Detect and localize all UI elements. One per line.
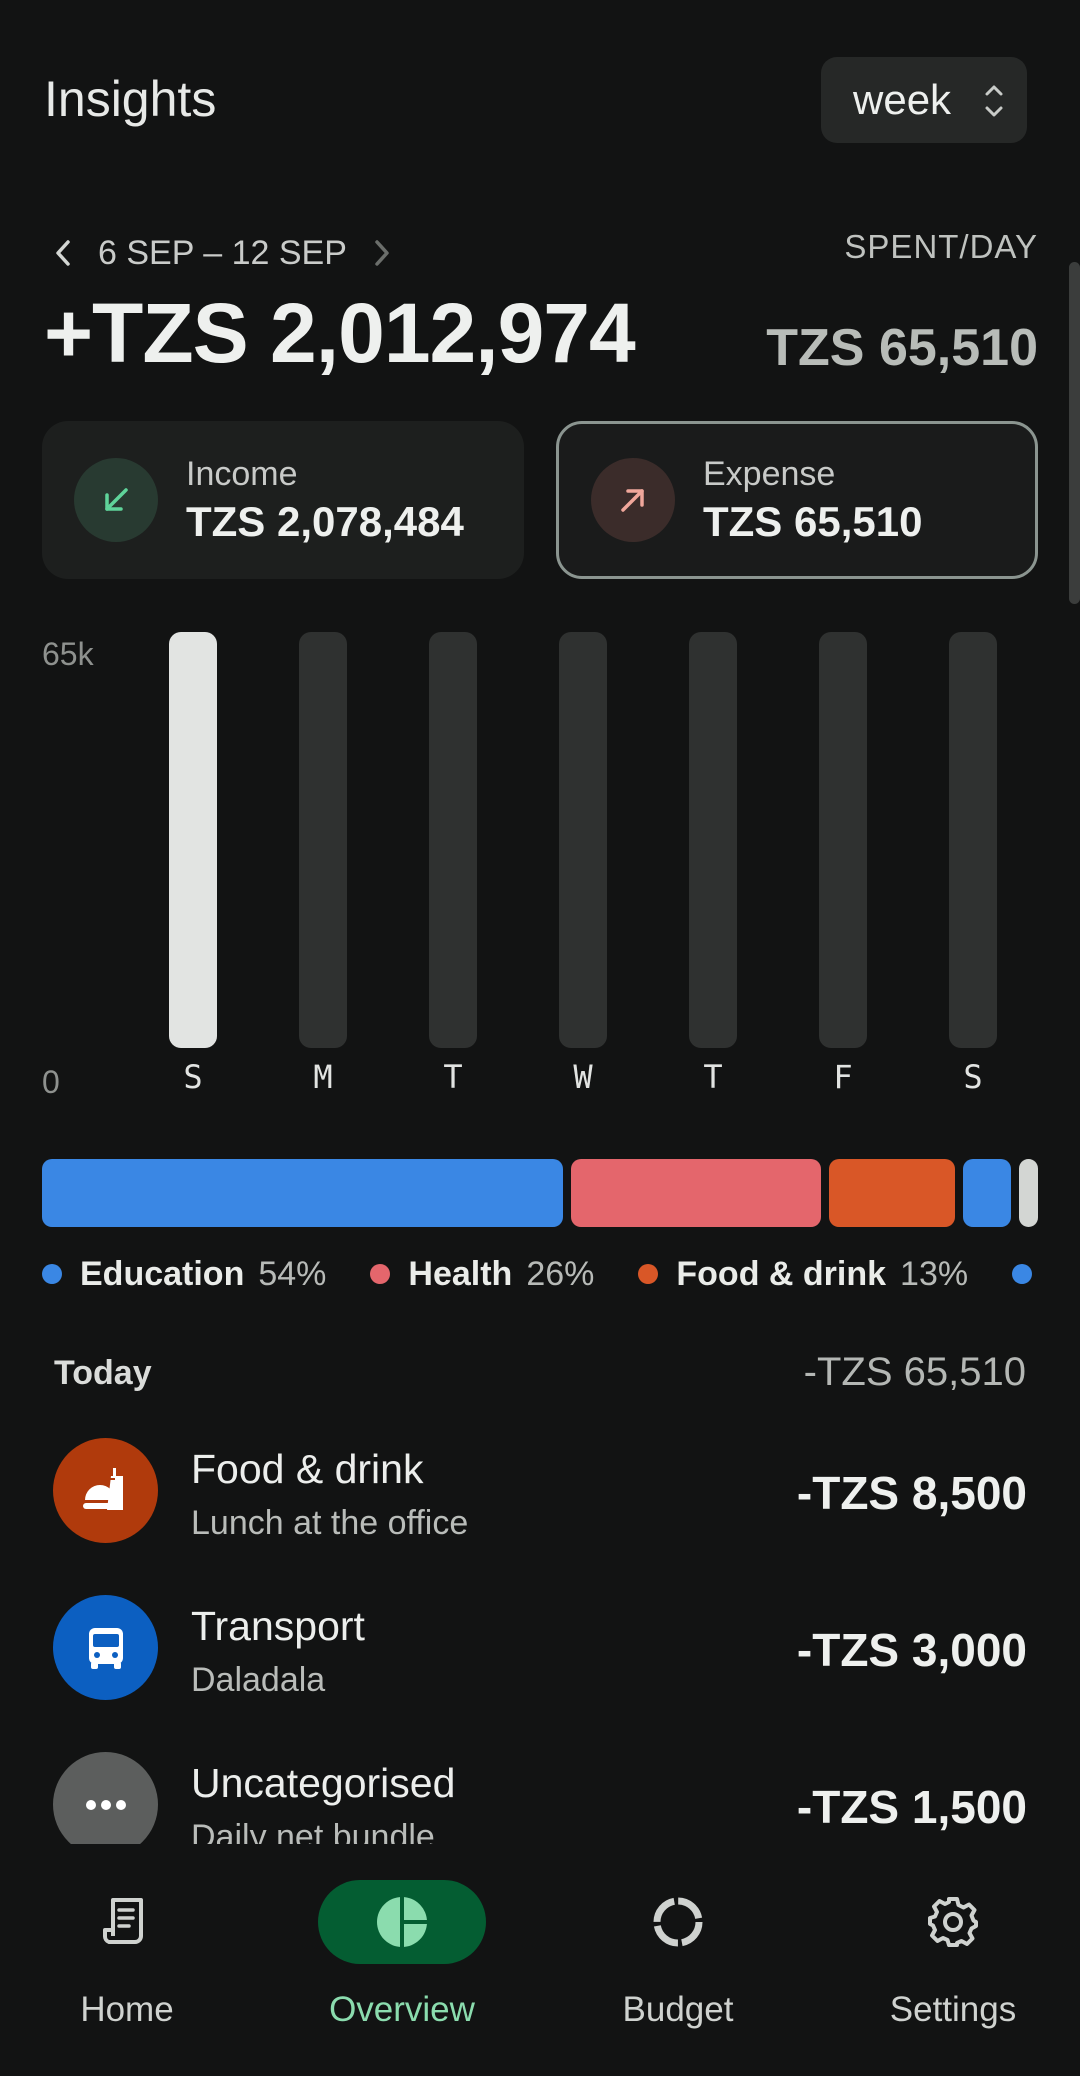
nav-settings-label: Settings [889,1990,1017,2029]
transaction-amount: -TZS 8,500 [796,1467,1027,1519]
transaction-row[interactable]: Food & drink Lunch at the office -TZS 8,… [0,1410,1080,1567]
expense-amount: TZS 65,510 [703,497,923,545]
legend-item[interactable]: Education 54% [42,1255,326,1294]
x-axis-label: T [703,1058,723,1096]
y-axis-min-label: 0 [42,1064,60,1100]
legend-dot [370,1264,391,1284]
transaction-category: Transport [191,1603,365,1649]
x-axis-label: M [313,1058,333,1096]
category-segment[interactable] [1018,1159,1038,1227]
bar-track[interactable] [559,632,607,1048]
income-amount: TZS 2,078,484 [186,497,464,545]
transaction-note: Lunch at the office [191,1504,469,1542]
transaction-amount: -TZS 3,000 [796,1624,1027,1676]
nav-settings[interactable]: Settings [833,1880,1073,2040]
transaction-category: Food & drink [191,1446,424,1492]
up-down-chevron-icon [985,85,1003,117]
scrollbar[interactable] [1069,262,1080,604]
legend-dot [638,1264,659,1284]
legend-item[interactable] [1012,1264,1042,1284]
today-header: Today -TZS 65,510 [54,1350,1026,1396]
chevron-left-icon [56,240,70,266]
income-card[interactable]: Income TZS 2,078,484 [42,421,524,579]
expense-icon-circle [591,458,675,542]
transaction-note: Daladala [191,1661,326,1699]
next-period-button[interactable] [361,228,401,278]
arrow-up-right-icon [621,489,644,512]
y-axis-max-label: 65k [42,636,94,672]
expense-label: Expense [703,454,836,493]
period-select-label: week [853,76,952,123]
legend-dot [42,1264,62,1284]
x-axis-label: F [833,1058,853,1096]
transaction-list: Food & drink Lunch at the office -TZS 8,… [0,1410,1080,1844]
receipt-icon [103,1898,143,1944]
page-title: Insights [44,71,217,127]
legend-category-percent: 54% [258,1254,327,1293]
category-split-bar [42,1159,1038,1227]
date-range-label: 6 SEP – 12 SEP [98,233,347,272]
donut-icon [653,1897,703,1947]
nav-home[interactable]: Home [7,1880,247,2040]
legend-dot [1012,1264,1033,1284]
daily-spending-chart: 65k 0 S M T W T F S [0,620,1080,1110]
nav-overview[interactable]: Overview [282,1880,522,2040]
legend-category-name: Education [80,1254,245,1293]
bus-icon [88,1627,123,1669]
income-label: Income [186,454,298,493]
day-total: -TZS 65,510 [803,1350,1026,1394]
category-avatar [53,1752,158,1844]
legend-category-percent: 13% [900,1254,969,1293]
bar-track[interactable] [949,632,997,1048]
x-axis-label: S [963,1058,983,1096]
previous-period-button[interactable] [44,228,84,278]
category-segment[interactable] [829,1159,955,1227]
bar-track[interactable] [689,632,737,1048]
chevron-right-icon [375,240,389,266]
x-axis-label: T [443,1058,463,1096]
category-avatar [53,1595,158,1700]
expense-card[interactable]: Expense TZS 65,510 [556,421,1038,579]
bar-track[interactable] [819,632,867,1048]
net-total-amount: +TZS 2,012,974 [44,286,636,380]
legend-category-percent: 26% [526,1254,595,1293]
category-segment[interactable] [962,1159,1011,1227]
bar-track[interactable] [299,632,347,1048]
category-avatar [53,1438,158,1543]
legend-category-name: Food & drink [676,1254,887,1293]
gear-icon [928,1897,978,1947]
day-label: Today [54,1354,152,1392]
nav-budget[interactable]: Budget [558,1880,798,2040]
transaction-row[interactable]: Uncategorised Daily net bundle -TZS 1,50… [0,1724,1080,1844]
transaction-row[interactable]: Transport Daladala -TZS 3,000 [0,1567,1080,1724]
x-axis-label: W [573,1058,593,1096]
bottom-navigation: Home Overview Budget Settings [0,1844,1080,2076]
nav-budget-label: Budget [622,1990,734,2029]
income-icon-circle [74,458,158,542]
spent-per-day-label: SPENT/DAY [844,228,1038,265]
bar-track[interactable] [429,632,477,1048]
period-select[interactable]: week [821,57,1027,143]
pie-chart-icon [377,1897,427,1947]
more-icon [85,1799,126,1810]
nav-home-label: Home [80,1990,174,2029]
app-header: Insights week [0,0,1080,200]
category-legend: Education 54% Health 26% Food & drink 13% [42,1252,1042,1296]
transaction-amount: -TZS 1,500 [796,1781,1027,1833]
legend-item[interactable]: Health 26% [370,1255,594,1294]
legend-item[interactable]: Food & drink 13% [638,1255,968,1294]
arrow-down-left-icon [105,488,128,511]
x-axis-label: S [183,1058,203,1096]
category-segment[interactable] [570,1159,822,1227]
date-range-navigator: 6 SEP – 12 SEP [44,228,401,278]
bar [169,632,217,1048]
food-icon [82,1467,123,1510]
spent-per-day-value: TZS 65,510 [766,319,1038,377]
category-segment[interactable] [42,1159,563,1227]
transaction-note: Daily net bundle [191,1818,435,1844]
nav-overview-label: Overview [329,1990,475,2029]
transaction-category: Uncategorised [191,1760,456,1806]
legend-category-name: Health [408,1254,513,1293]
